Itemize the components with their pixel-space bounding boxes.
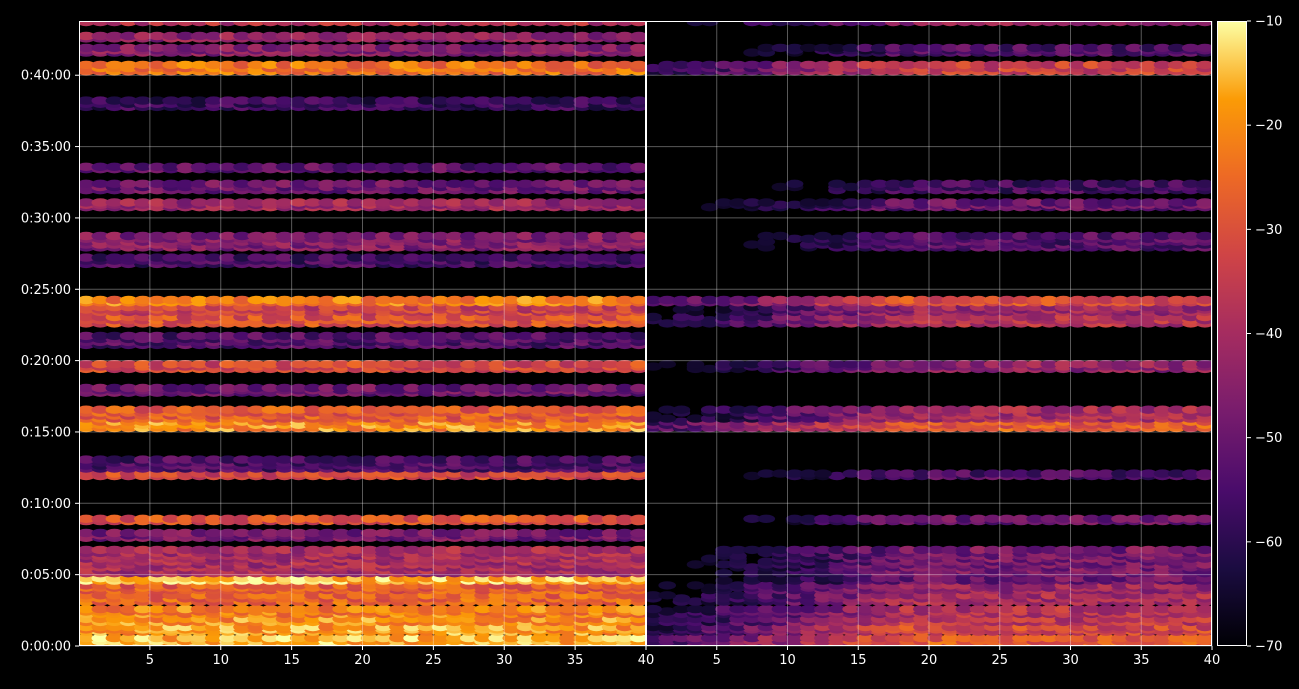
heat-cell — [757, 514, 776, 523]
heat-cell — [715, 569, 733, 578]
heat-cell — [715, 576, 733, 585]
heat-cell — [658, 591, 676, 600]
spectrogram-figure: 5 10 15 20 25 30 35 40 5 10 15 20 25 30 35 40 0:00:00 0:0… — [0, 0, 1299, 685]
heat-cell — [686, 581, 705, 590]
heat-cell — [658, 581, 676, 590]
chart-canvas: 5 10 15 20 25 30 35 40 5 10 15 20 25 30 35 400:00:000:0… — [21, 15, 1283, 669]
heat-cell — [814, 469, 832, 478]
